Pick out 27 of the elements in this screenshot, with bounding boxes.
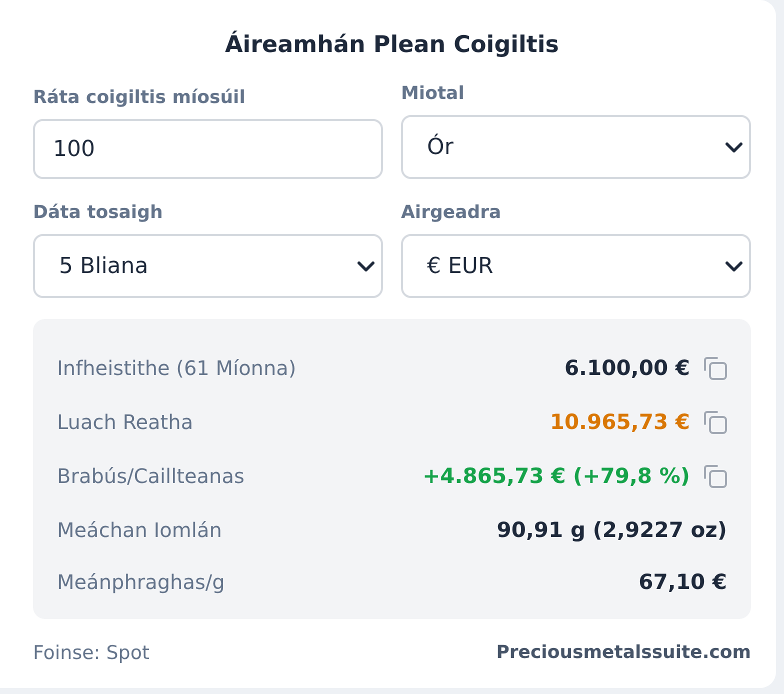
chevron-down-icon [725,260,743,272]
result-label: Meánphraghas/g [57,569,226,596]
result-label: Meáchan Iomlán [57,517,223,544]
dropdown[interactable]: Ór [401,115,751,179]
source-note: Foinse: Spot [33,641,150,665]
field-label: Airgeadra [401,201,502,225]
website-link[interactable]: Preciousmetalssuite.com [496,641,751,665]
copy-icon[interactable] [703,464,727,488]
field-label: Miotal [401,82,466,106]
input-field[interactable]: 100 [33,119,383,179]
result-label: Infheistithe (61 Míonna) [57,355,298,382]
chevron-down-icon [725,142,743,152]
dropdown[interactable]: 5 Bliana [33,234,383,298]
copy-icon[interactable] [703,410,727,434]
field-label: Ráta coigiltis míosúil [33,86,246,110]
result-value: +4.865,73 € (+79,8 %) [422,463,690,490]
dropdown[interactable]: € EUR [401,234,751,298]
result-value: 90,91 g (2,9227 oz) [496,517,727,544]
chevron-down-icon [357,260,375,272]
result-label: Brabús/Caillteanas [57,463,246,490]
result-value: 67,10 € [638,569,727,596]
calculator-title: Áireamhán Plean Coigiltis [224,30,560,60]
field-label: Dáta tosaigh [33,201,164,225]
copy-icon[interactable] [703,356,727,380]
result-value: 6.100,00 € [564,355,690,382]
result-label: Luach Reatha [57,409,194,436]
result-value: 10.965,73 € [550,409,690,436]
